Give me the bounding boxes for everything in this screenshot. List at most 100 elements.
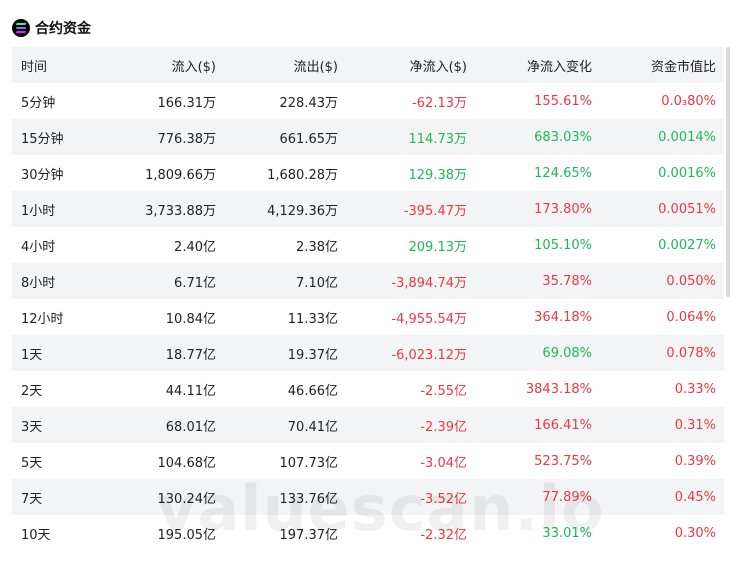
outflow-cell: 133.76亿 <box>279 491 339 507</box>
outflow-cell: 7.10亿 <box>296 275 338 291</box>
net-change-cell: 35.78% <box>542 273 592 289</box>
col-header-outflow[interactable]: 流出($) <box>216 47 338 83</box>
outflow-cell: 1,680.28万 <box>267 167 338 183</box>
inflow-cell: 195.05亿 <box>157 527 217 543</box>
net-change-cell: 166.41% <box>534 417 592 433</box>
net-inflow-cell: 209.13万 <box>408 239 468 255</box>
table-row[interactable]: 1小时 3,733.88万 4,129.36万 -395.47万 173.80% 0.00… <box>12 191 724 227</box>
section-title: 合约资金 <box>35 21 91 37</box>
table-row[interactable]: 5天 104.68亿 107.73亿 -3.04亿 523.75% 0.39% <box>12 443 724 479</box>
inflow-cell: 776.38万 <box>157 131 217 147</box>
ratio-cell: 0.064% <box>666 309 716 325</box>
col-header-ratio[interactable]: 资金市值比 <box>592 47 716 83</box>
inflow-cell: 68.01亿 <box>165 419 216 435</box>
table-row[interactable]: 30分钟 1,809.66万 1,680.28万 129.38万 124.65% 0.00… <box>12 155 724 191</box>
inflow-cell: 1,809.66万 <box>145 167 216 183</box>
inflow-cell: 44.11亿 <box>165 383 216 399</box>
net-inflow-cell: -3,894.74万 <box>391 275 467 291</box>
inflow-cell: 6.71亿 <box>174 275 216 291</box>
col-header-inflow[interactable]: 流入($) <box>110 47 216 83</box>
net-inflow-cell: -6,023.12万 <box>391 347 467 363</box>
table-header-row: 时间 流入($) 流出($) 净流入($) 净流入变化 资金市值比 <box>12 47 724 83</box>
net-change-cell: 105.10% <box>534 237 592 253</box>
period-cell: 8小时 <box>21 275 56 291</box>
net-inflow-cell: -3.04亿 <box>420 455 467 471</box>
net-change-cell: 173.80% <box>534 201 592 217</box>
ratio-cell: 0.33% <box>674 381 716 397</box>
ratio-cell: 0.31% <box>674 417 716 433</box>
table-row[interactable]: 7天 130.24亿 133.76亿 -3.52亿 77.89% 0.45% <box>12 479 724 515</box>
outflow-cell: 228.43万 <box>279 95 339 111</box>
net-change-cell: 364.18% <box>534 309 592 325</box>
outflow-cell: 46.66亿 <box>287 383 338 399</box>
period-cell: 5天 <box>21 455 43 471</box>
table-row[interactable]: 4小时 2.40亿 2.38亿 209.13万 105.10% 0.0027% <box>12 227 724 263</box>
ratio-cell: 0.0016% <box>658 165 716 181</box>
period-cell: 12小时 <box>21 311 64 327</box>
net-inflow-cell: -2.32亿 <box>420 527 467 543</box>
net-inflow-cell: 114.73万 <box>408 131 468 147</box>
net-change-cell: 523.75% <box>534 453 592 469</box>
outflow-cell: 661.65万 <box>279 131 339 147</box>
ratio-cell: 0.050% <box>666 273 716 289</box>
table-row[interactable]: 8小时 6.71亿 7.10亿 -3,894.74万 35.78% 0.050% <box>12 263 724 299</box>
net-change-cell: 683.03% <box>534 129 592 145</box>
period-cell: 7天 <box>21 491 43 507</box>
net-inflow-cell: -62.13万 <box>412 95 467 111</box>
net-change-cell: 155.61% <box>534 93 592 109</box>
outflow-cell: 2.38亿 <box>296 239 338 255</box>
inflow-cell: 130.24亿 <box>157 491 217 507</box>
net-change-cell: 69.08% <box>542 345 592 361</box>
period-cell: 30分钟 <box>21 167 64 183</box>
net-inflow-cell: -2.39亿 <box>420 419 467 435</box>
scrollbar[interactable] <box>726 47 730 297</box>
col-header-net-inflow[interactable]: 净流入($) <box>338 47 467 83</box>
inflow-cell: 18.77亿 <box>165 347 216 363</box>
outflow-cell: 197.37亿 <box>279 527 339 543</box>
net-inflow-cell: -395.47万 <box>403 203 467 219</box>
net-inflow-cell: -2.55亿 <box>420 383 467 399</box>
outflow-cell: 11.33亿 <box>287 311 338 327</box>
period-cell: 4小时 <box>21 239 56 255</box>
outflow-cell: 107.73亿 <box>279 455 339 471</box>
table-row[interactable]: 5分钟 166.31万 228.43万 -62.13万 155.61% 0.0₃80% <box>12 83 724 119</box>
fund-flow-table: 时间 流入($) 流出($) 净流入($) 净流入变化 资金市值比 5分钟 166… <box>12 47 724 551</box>
period-cell: 1天 <box>21 347 43 363</box>
net-inflow-cell: 129.38万 <box>408 167 468 183</box>
table-row[interactable]: 3天 68.01亿 70.41亿 -2.39亿 166.41% 0.31% <box>12 407 724 443</box>
ratio-cell: 0.0₃80% <box>661 93 716 109</box>
ratio-cell: 0.0014% <box>658 129 716 145</box>
inflow-cell: 104.68亿 <box>157 455 217 471</box>
ratio-cell: 0.0027% <box>658 237 716 253</box>
table-row[interactable]: 1天 18.77亿 19.37亿 -6,023.12万 69.08% 0.078% <box>12 335 724 371</box>
table-row[interactable]: 10天 195.05亿 197.37亿 -2.32亿 33.01% 0.30% <box>12 515 724 551</box>
inflow-cell: 3,733.88万 <box>145 203 216 219</box>
net-change-cell: 3843.18% <box>525 381 592 397</box>
table-row[interactable]: 2天 44.11亿 46.66亿 -2.55亿 3843.18% 0.33% <box>12 371 724 407</box>
inflow-cell: 2.40亿 <box>174 239 216 255</box>
period-cell: 1小时 <box>21 203 56 219</box>
outflow-cell: 4,129.36万 <box>267 203 338 219</box>
outflow-cell: 19.37亿 <box>287 347 338 363</box>
col-header-net-change[interactable]: 净流入变化 <box>467 47 592 83</box>
period-cell: 15分钟 <box>21 131 64 147</box>
table-row[interactable]: 15分钟 776.38万 661.65万 114.73万 683.03% 0.0014% <box>12 119 724 155</box>
ratio-cell: 0.30% <box>674 525 716 541</box>
solana-logo-icon <box>12 19 30 37</box>
section-header: 合约资金 <box>12 16 91 40</box>
net-change-cell: 124.65% <box>534 165 592 181</box>
period-cell: 2天 <box>21 383 43 399</box>
inflow-cell: 166.31万 <box>157 95 217 111</box>
col-header-time[interactable]: 时间 <box>12 47 110 83</box>
ratio-cell: 0.0051% <box>658 201 716 217</box>
net-change-cell: 77.89% <box>542 489 592 505</box>
ratio-cell: 0.078% <box>666 345 716 361</box>
table-row[interactable]: 12小时 10.84亿 11.33亿 -4,955.54万 364.18% 0.064% <box>12 299 724 335</box>
ratio-cell: 0.45% <box>674 489 716 505</box>
period-cell: 10天 <box>21 527 51 543</box>
period-cell: 5分钟 <box>21 95 56 111</box>
net-change-cell: 33.01% <box>542 525 592 541</box>
ratio-cell: 0.39% <box>674 453 716 469</box>
outflow-cell: 70.41亿 <box>287 419 338 435</box>
net-inflow-cell: -3.52亿 <box>420 491 467 507</box>
